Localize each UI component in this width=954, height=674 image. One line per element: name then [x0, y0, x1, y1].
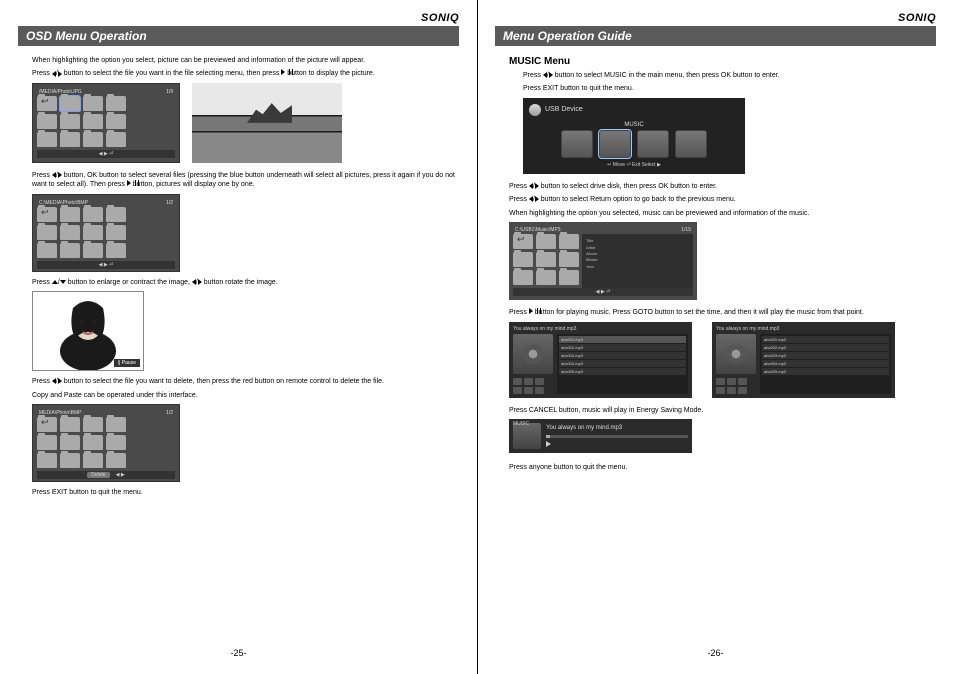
progress-bar	[546, 435, 688, 438]
text-r2c: When highlighting the option you selecte…	[509, 209, 936, 218]
figure-music-file-grid: C:\USB1\Music\MP31/15 TitleArtistAlbumBi…	[509, 222, 697, 300]
figure-usb-main-menu: USB Device MUSIC ↩ Move ⏎ Exit Select ▶	[523, 98, 745, 174]
fig1-toolbar: ◀ ▶ ⏎	[37, 150, 175, 158]
brand-logo-left: SONIQ	[18, 12, 459, 24]
figure-castle-photo	[192, 83, 342, 163]
left-arrow-icon	[52, 71, 56, 77]
page-left: SONIQ OSD Menu Operation When highlighti…	[0, 0, 477, 674]
text-p3: Press / button to enlarge or contract th…	[32, 278, 459, 287]
figure-photo-grid-1: /MEDIA/Photo\JPG 1/9 ◀ ▶ ⏎	[32, 83, 180, 163]
pause-badge: ∥ Pause	[114, 359, 140, 367]
text-p1a: When highlighting the option you select,…	[32, 56, 459, 65]
track-row: abc005.mp3	[762, 368, 889, 375]
text-r2b: Press / button to select Return option t…	[509, 195, 936, 204]
page-number-left: -25-	[0, 648, 477, 658]
track-row: abc004.mp3	[762, 360, 889, 367]
track-row: abc002.mp3	[559, 344, 686, 351]
text-r2a: Press / button to select drive disk, the…	[509, 182, 936, 191]
player1-title: You always on my mind.mp3	[513, 326, 688, 334]
mini-music-label: MUSIC	[513, 421, 529, 427]
usb-device-label: USB Device	[545, 106, 583, 113]
text-r4: Press CANCEL button, music will play in …	[509, 406, 936, 415]
tracklist-1: abc001.mp3 abc002.mp3 abc003.mp3 abc004.…	[557, 334, 688, 394]
player2-title: You always on my mind.mp3	[716, 326, 891, 334]
mg-count: 1/15	[681, 227, 691, 233]
fig1-count: 1/9	[166, 89, 173, 95]
delete-button-fig: Delete	[87, 472, 109, 478]
track-row: abc004.mp3	[559, 360, 686, 367]
figure-mini-player: MUSIC You always on my mind.mp3	[509, 419, 692, 453]
tracklist-2: abc001.mp3 abc002.mp3 abc003.mp3 abc004.…	[760, 334, 891, 394]
mini-track-title: You always on my mind.mp3	[546, 425, 688, 431]
track-row: abc002.mp3	[762, 344, 889, 351]
figure-music-player-1: You always on my mind.mp3 abc001.mp3 abc…	[509, 322, 692, 398]
track-row: abc005.mp3	[559, 368, 686, 375]
usb-music-label: MUSIC	[529, 122, 739, 128]
text-r5: Press anyone button to quit the menu.	[509, 463, 936, 472]
usb-icon	[529, 104, 541, 116]
text-r3: Press button for playing music. Press GO…	[509, 308, 936, 317]
figure-photo-grid-3: MEDIA\Photo\BMP 1/2 Delete ◀ ▶	[32, 404, 180, 482]
text-p5: Press EXIT button to quit the menu.	[32, 488, 459, 497]
brand-logo-right: SONIQ	[495, 12, 936, 24]
text-p2: Press / button, OK button to select seve…	[32, 171, 459, 190]
play-pause-icon	[281, 69, 285, 75]
track-row: abc003.mp3	[762, 352, 889, 359]
text-r1b: Press EXIT button to quit the menu.	[523, 84, 936, 93]
fig4-count: 1/2	[166, 410, 173, 416]
music-info-panel: TitleArtistAlbumBitrateYear	[582, 234, 693, 288]
text-p4b: Copy and Paste can be operated under thi…	[32, 391, 459, 400]
usb-bar: ↩ Move ⏎ Exit Select ▶	[529, 162, 739, 168]
album-art-icon	[716, 334, 756, 374]
track-row: abc003.mp3	[559, 352, 686, 359]
mini-controls	[546, 441, 688, 447]
figure-woman-photo: ∥ Pause	[32, 291, 144, 371]
fig2-count: 1/2	[166, 200, 173, 206]
text-r1a: Press / button to select MUSIC in the ma…	[523, 71, 936, 80]
header-osd: OSD Menu Operation	[18, 26, 459, 46]
text-p1b: Press / button to select the file you wa…	[32, 69, 459, 78]
right-arrow-icon	[58, 71, 62, 77]
album-art-icon	[513, 334, 553, 374]
page-right: SONIQ Menu Operation Guide MUSIC Menu Pr…	[477, 0, 954, 674]
text-p4a: Press / button to select the file you wa…	[32, 377, 459, 386]
track-row: abc001.mp3	[762, 336, 889, 343]
music-menu-title: MUSIC Menu	[509, 56, 936, 67]
figure-music-player-2: You always on my mind.mp3 abc001.mp3 abc…	[712, 322, 895, 398]
figure-photo-grid-2: C:\MEDIA\Photo\BMP 1/2 ◀ ▶ ⏎	[32, 194, 180, 272]
page-number-right: -26-	[477, 648, 954, 658]
track-row: abc001.mp3	[559, 336, 686, 343]
header-menu-guide: Menu Operation Guide	[495, 26, 936, 46]
